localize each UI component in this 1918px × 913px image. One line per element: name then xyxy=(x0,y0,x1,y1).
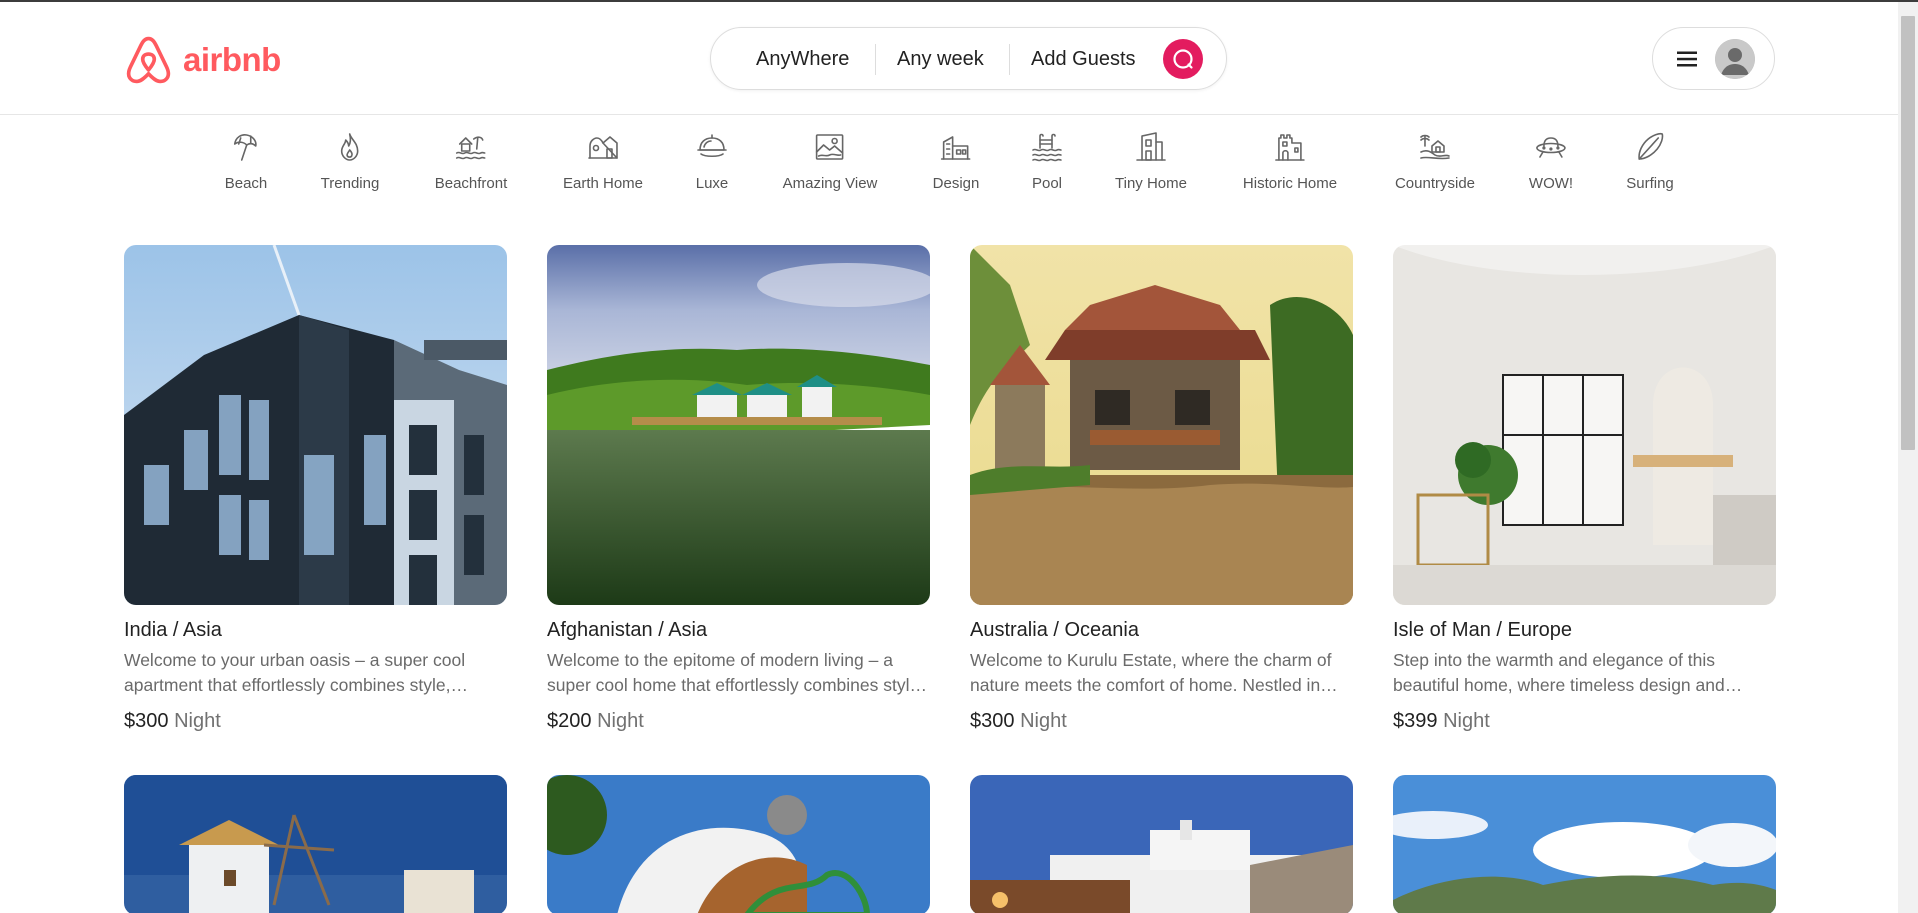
surfboard-icon xyxy=(1638,132,1664,160)
listing-title: Afghanistan / Asia xyxy=(547,619,708,641)
avatar-icon xyxy=(1715,38,1755,79)
listing-card[interactable]: Isle of Man / Europe Step into the warmt… xyxy=(1393,245,1776,733)
category-wow[interactable]: WOW! xyxy=(1529,130,1573,192)
search-bar[interactable]: AnyWhere Any week Add Guests xyxy=(710,27,1227,90)
search-week[interactable]: Any week xyxy=(897,48,984,71)
search-where[interactable]: AnyWhere xyxy=(756,48,849,71)
listing-price: $399 xyxy=(1393,710,1438,732)
category-beachfront[interactable]: Beachfront xyxy=(434,130,508,192)
countryside-icon xyxy=(1420,134,1450,160)
listing-photo[interactable] xyxy=(124,245,507,605)
vertical-scrollbar[interactable] xyxy=(1898,2,1918,913)
pool-icon xyxy=(1032,133,1062,162)
design-icon xyxy=(941,136,971,160)
search-icon xyxy=(1173,49,1193,69)
category-label: Earth Home xyxy=(562,175,644,192)
scrollbar-thumb[interactable] xyxy=(1901,16,1915,450)
category-amazing-view[interactable]: Amazing View xyxy=(782,130,878,192)
category-label: Surfing xyxy=(1626,175,1674,192)
category-label: Amazing View xyxy=(782,175,878,192)
category-label: Historic Home xyxy=(1242,175,1338,192)
amazing-view-icon xyxy=(816,134,844,160)
listing-title: Australia / Oceania xyxy=(970,619,1139,641)
listing-price-line: $300 Night xyxy=(970,710,1353,733)
listing-photo[interactable] xyxy=(970,775,1353,913)
historic-home-icon xyxy=(1275,134,1305,161)
ufo-icon xyxy=(1536,137,1566,158)
category-beach[interactable]: Beach xyxy=(224,130,268,192)
category-label: Design xyxy=(932,175,980,192)
listing-photo[interactable] xyxy=(124,775,507,913)
category-earth-home[interactable]: Earth Home xyxy=(563,130,643,192)
listing-price-unit: Night xyxy=(597,710,644,732)
search-divider xyxy=(875,44,876,75)
search-button[interactable] xyxy=(1163,39,1203,79)
category-surfing[interactable]: Surfing xyxy=(1626,130,1674,192)
listing-price-line: $399 Night xyxy=(1393,710,1776,733)
brand-name: airbnb xyxy=(183,41,281,78)
category-label: Countryside xyxy=(1394,175,1476,192)
flame-icon xyxy=(341,133,359,161)
listing-title: Isle of Man / Europe xyxy=(1393,619,1572,641)
category-design[interactable]: Design xyxy=(932,130,980,192)
listing-photo[interactable] xyxy=(970,245,1353,605)
category-luxe[interactable]: Luxe xyxy=(695,130,729,192)
listing-price: $300 xyxy=(124,710,169,732)
category-countryside[interactable]: Countryside xyxy=(1395,130,1475,192)
listing-price: $300 xyxy=(970,710,1015,732)
listing-photo[interactable] xyxy=(547,775,930,913)
listing-card[interactable]: Afghanistan / Asia Welcome to the epitom… xyxy=(547,245,930,733)
category-label: Pool xyxy=(1031,175,1063,192)
logo[interactable]: airbnb xyxy=(124,34,281,86)
listing-photo[interactable] xyxy=(1393,245,1776,605)
category-bar: Beach Trending Beachfront Earth Home Lux… xyxy=(0,130,1898,210)
listing-description: Step into the warmth and elegance of thi… xyxy=(1393,650,1725,695)
beachfront-icon xyxy=(456,136,486,160)
category-pool[interactable]: Pool xyxy=(1030,130,1064,192)
listing-price-unit: Night xyxy=(1020,710,1067,732)
category-label: Beach xyxy=(224,175,268,192)
listing-price-line: $200 Night xyxy=(547,710,930,733)
listing-title: India / Asia xyxy=(124,619,222,641)
luxe-icon xyxy=(697,134,727,158)
hamburger-icon xyxy=(1677,51,1697,66)
category-label: Trending xyxy=(320,175,380,192)
search-divider xyxy=(1009,44,1010,75)
category-label: Luxe xyxy=(695,175,729,192)
listing-price-unit: Night xyxy=(1443,710,1490,732)
beach-umbrella-icon xyxy=(234,134,257,161)
site-header: airbnb AnyWhere Any week Add Guests xyxy=(0,2,1898,115)
category-tiny-home[interactable]: Tiny Home xyxy=(1115,130,1187,192)
airbnb-logo-icon xyxy=(126,36,171,84)
category-historic-home[interactable]: Historic Home xyxy=(1243,130,1337,192)
listing-card[interactable]: Australia / Oceania Welcome to Kurulu Es… xyxy=(970,245,1353,733)
listing-price-line: $300 Night xyxy=(124,710,507,733)
category-label: WOW! xyxy=(1528,175,1574,192)
search-guests[interactable]: Add Guests xyxy=(1031,48,1136,71)
category-label: Tiny Home xyxy=(1115,175,1187,192)
listing-photo[interactable] xyxy=(1393,775,1776,913)
listing-price-unit: Night xyxy=(174,710,221,732)
listing-description: Welcome to the epitome of modern living … xyxy=(547,650,920,695)
listing-price: $200 xyxy=(547,710,592,732)
listing-description: Welcome to your urban oasis – a super co… xyxy=(124,650,466,695)
user-menu-button[interactable] xyxy=(1652,27,1775,90)
listing-description: Welcome to Kurulu Estate, where the char… xyxy=(970,650,1332,695)
earth-home-icon xyxy=(588,136,618,159)
category-trending[interactable]: Trending xyxy=(320,130,380,192)
listing-card[interactable]: India / Asia Welcome to your urban oasis… xyxy=(124,245,507,733)
category-label: Beachfront xyxy=(434,175,508,192)
tiny-home-icon xyxy=(1136,132,1166,161)
listing-photo[interactable] xyxy=(547,245,930,605)
